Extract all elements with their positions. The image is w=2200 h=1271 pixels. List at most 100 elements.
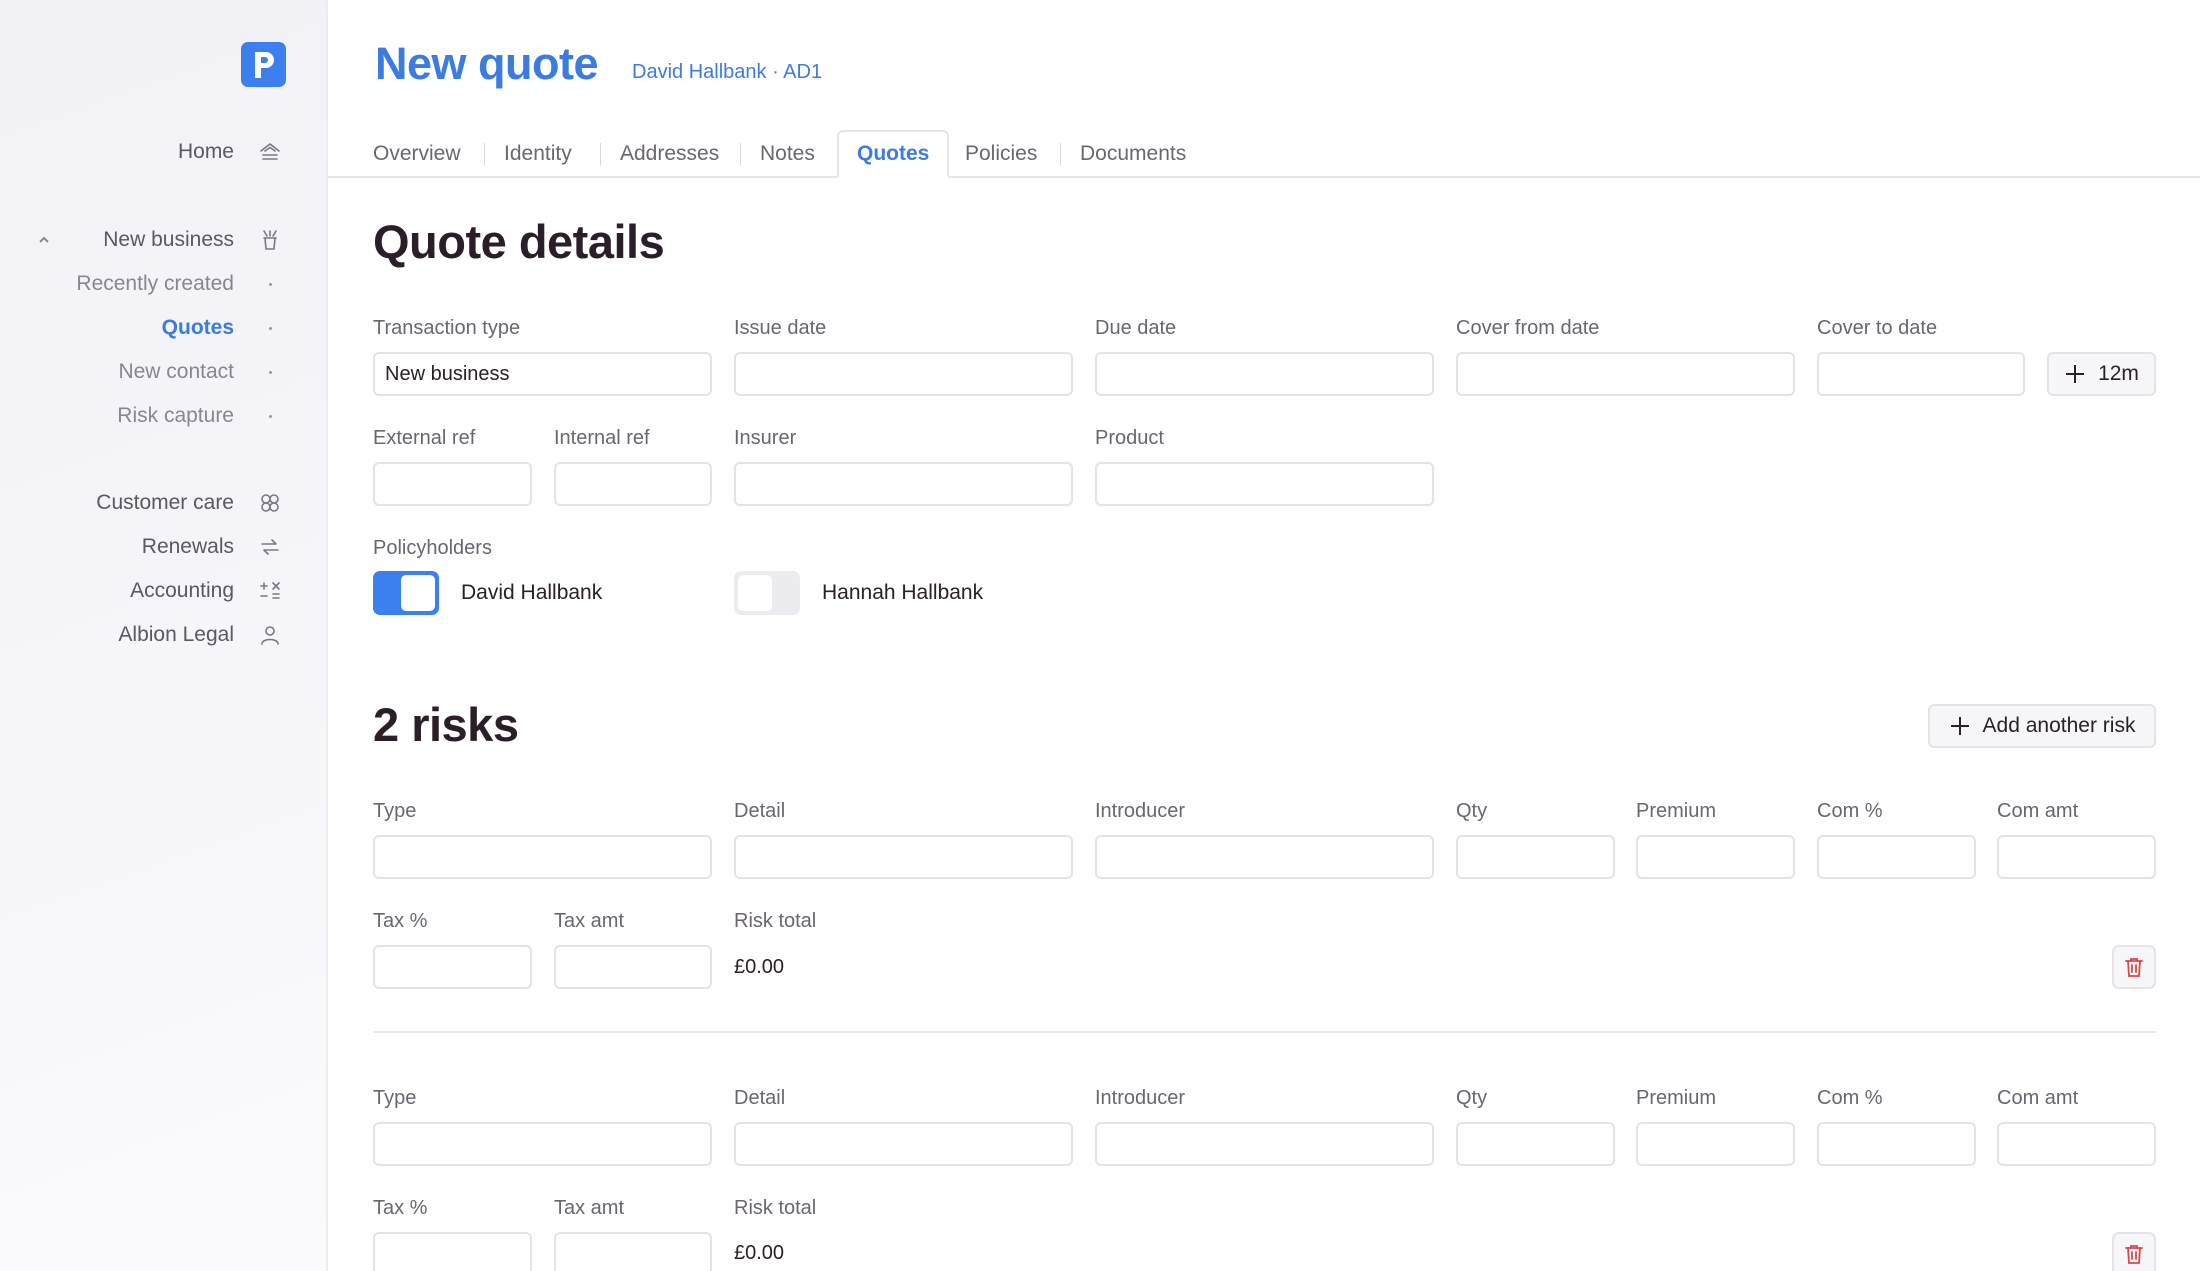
risk-introducer-label: Introducer: [1095, 800, 1186, 822]
risk-detail-field[interactable]: [734, 835, 1073, 879]
accounting-icon: [258, 579, 282, 603]
tab-policies[interactable]: Policies: [965, 130, 1037, 178]
cover-from-date-field[interactable]: [1456, 352, 1795, 396]
user-icon: [258, 623, 282, 647]
risk-detail-field[interactable]: [734, 1122, 1073, 1166]
sidebar-item-risk-capture[interactable]: Risk capture: [0, 394, 326, 438]
due-date-field[interactable]: [1095, 352, 1434, 396]
tab-separator: [740, 143, 741, 165]
risk-com-amt-label: Com amt: [1997, 1087, 2079, 1109]
cover-from-date-label: Cover from date: [1456, 317, 1600, 339]
sidebar-item-new-contact[interactable]: New contact: [0, 350, 326, 394]
tab-documents[interactable]: Documents: [1080, 130, 1186, 178]
customer-care-icon: [258, 491, 282, 515]
bullet-icon: [258, 360, 282, 384]
add-12-months-button[interactable]: 12m: [2047, 352, 2156, 396]
risk-premium-label: Premium: [1636, 1087, 1717, 1109]
sidebar-item-label: Renewals: [141, 535, 234, 558]
add-12-months-label: 12m: [2098, 362, 2139, 385]
risk-com-pct-label: Com %: [1817, 800, 1883, 822]
risk-com-pct-label: Com %: [1817, 1087, 1883, 1109]
risk-total-value: £0.00: [734, 1242, 785, 1264]
policyholder-name: Hannah Hallbank: [822, 581, 984, 604]
plus-icon: [2066, 365, 2085, 383]
bullet-icon: [258, 316, 282, 340]
page-subtitle-link[interactable]: David Hallbank · AD1: [632, 61, 822, 84]
risk-type-label: Type: [373, 1087, 417, 1109]
sidebar-item-renewals[interactable]: Renewals: [0, 525, 326, 569]
risk-com-pct-field[interactable]: [1817, 1122, 1976, 1166]
due-date-label: Due date: [1095, 317, 1177, 339]
add-another-risk-button[interactable]: Add another risk: [1928, 704, 2156, 748]
tab-identity[interactable]: Identity: [504, 130, 572, 178]
risk-introducer-label: Introducer: [1095, 1087, 1186, 1109]
sidebar-item-home[interactable]: Home: [0, 130, 326, 174]
policyholder-toggle-david[interactable]: [373, 571, 439, 615]
sidebar-item-recently-created[interactable]: Recently created: [0, 262, 326, 306]
risk-tax-pct-label: Tax %: [373, 1197, 428, 1219]
policyholder-toggle-hannah[interactable]: [734, 571, 800, 615]
sidebar: Home New business Recently created Quote…: [0, 0, 328, 1271]
tab-quotes[interactable]: Quotes: [837, 130, 950, 178]
tab-addresses[interactable]: Addresses: [620, 130, 719, 178]
insurer-field[interactable]: [734, 462, 1073, 506]
sidebar-item-albion-legal[interactable]: Albion Legal: [0, 613, 326, 657]
risk-introducer-field[interactable]: [1095, 835, 1434, 879]
sidebar-item-customer-care[interactable]: Customer care: [0, 481, 326, 525]
sidebar-item-label: Albion Legal: [118, 623, 234, 646]
risk-com-amt-field[interactable]: [1997, 1122, 2156, 1166]
tab-separator: [600, 143, 601, 165]
risk-type-field[interactable]: [373, 1122, 712, 1166]
policyholders-label: Policyholders: [373, 537, 492, 559]
external-ref-field[interactable]: [373, 462, 532, 506]
sidebar-item-new-business[interactable]: New business: [0, 218, 326, 262]
bullet-icon: [258, 272, 282, 296]
risk-total-value: £0.00: [734, 956, 785, 978]
risk-premium-label: Premium: [1636, 800, 1717, 822]
insurer-label: Insurer: [734, 427, 797, 449]
transaction-type-label: Transaction type: [373, 317, 521, 339]
risk-premium-field[interactable]: [1636, 835, 1795, 879]
cover-to-date-field[interactable]: [1817, 352, 2025, 396]
sidebar-item-quotes[interactable]: Quotes: [0, 306, 326, 350]
tab-overview[interactable]: Overview: [373, 130, 461, 178]
cover-to-date-label: Cover to date: [1817, 317, 1938, 339]
risk-tax-amt-label: Tax amt: [554, 1197, 625, 1219]
transaction-type-field[interactable]: [373, 352, 712, 396]
risk-total-label: Risk total: [734, 1197, 817, 1219]
risk-com-amt-field[interactable]: [1997, 835, 2156, 879]
risk-tax-pct-label: Tax %: [373, 910, 428, 932]
page-title: New quote: [375, 38, 599, 89]
tab-separator: [484, 143, 485, 165]
risk-qty-field[interactable]: [1456, 1122, 1615, 1166]
risk-com-amt-label: Com amt: [1997, 800, 2079, 822]
risk-tax-pct-field[interactable]: [373, 1232, 532, 1271]
delete-risk-button[interactable]: [2112, 945, 2156, 989]
risk-type-field[interactable]: [373, 835, 712, 879]
product-label: Product: [1095, 427, 1164, 449]
sidebar-item-label: New contact: [118, 360, 234, 383]
sidebar-item-label: Customer care: [96, 491, 234, 514]
risk-qty-field[interactable]: [1456, 835, 1615, 879]
app-window: Home New business Recently created Quote…: [0, 0, 2200, 1271]
sidebar-item-label: Accounting: [130, 579, 234, 602]
risk-com-pct-field[interactable]: [1817, 835, 1976, 879]
issue-date-field[interactable]: [734, 352, 1073, 396]
risk-introducer-field[interactable]: [1095, 1122, 1434, 1166]
risk-premium-field[interactable]: [1636, 1122, 1795, 1166]
tab-notes[interactable]: Notes: [760, 130, 815, 178]
policyholder-name: David Hallbank: [461, 581, 603, 604]
risk-tax-amt-field[interactable]: [554, 1232, 712, 1271]
risk-tax-amt-label: Tax amt: [554, 910, 625, 932]
internal-ref-field[interactable]: [554, 462, 712, 506]
risk-detail-label: Detail: [734, 800, 786, 822]
internal-ref-label: Internal ref: [554, 427, 650, 449]
sidebar-item-label: Recently created: [76, 272, 234, 295]
risk-type-label: Type: [373, 800, 417, 822]
delete-risk-button[interactable]: [2112, 1232, 2156, 1271]
risk-tax-pct-field[interactable]: [373, 945, 532, 989]
sidebar-item-accounting[interactable]: Accounting: [0, 569, 326, 613]
app-logo[interactable]: [241, 42, 286, 87]
risk-tax-amt-field[interactable]: [554, 945, 712, 989]
product-field[interactable]: [1095, 462, 1434, 506]
